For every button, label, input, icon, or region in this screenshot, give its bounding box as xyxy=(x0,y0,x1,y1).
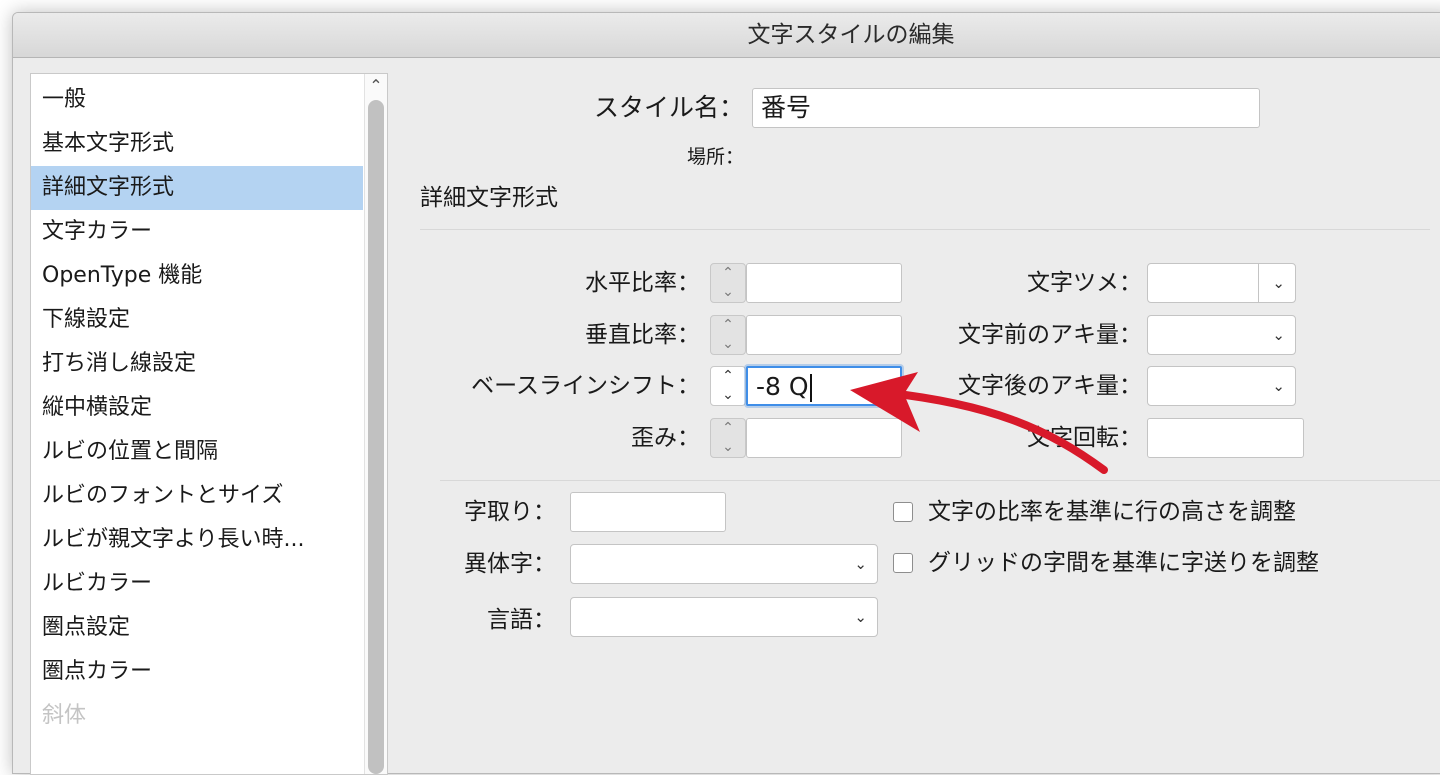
chevron-up-icon[interactable]: ⌃ xyxy=(711,419,745,438)
sidebar-item-underline-options[interactable]: 下線設定 xyxy=(31,298,363,342)
baseline-shift-stepper[interactable]: ⌃ ⌄ xyxy=(710,366,746,406)
baseline-shift-label: ベースラインシフト： xyxy=(471,373,700,399)
language-select[interactable]: ⌄ xyxy=(570,597,878,637)
grid-advance-checkbox[interactable] xyxy=(893,553,913,573)
baseline-shift-input[interactable]: -8 Q xyxy=(746,366,902,406)
chevron-down-icon[interactable]: ⌄ xyxy=(711,283,745,302)
location-label: 場所： xyxy=(686,146,744,168)
sidebar-item-general[interactable]: 一般 xyxy=(31,78,363,122)
baseline-shift-value: -8 Q xyxy=(756,372,809,401)
rotation-input[interactable] xyxy=(1147,418,1304,458)
sidebar-item-opentype-features[interactable]: OpenType 機能 xyxy=(31,254,363,298)
tsume-label: 文字ツメ： xyxy=(1027,270,1142,296)
skew-label: 歪み： xyxy=(631,425,700,451)
aki-before-select[interactable]: ⌄ xyxy=(1147,315,1296,355)
combo-divider xyxy=(1258,264,1259,302)
style-name-label: スタイル名： xyxy=(593,93,744,122)
chevron-up-icon[interactable]: ⌃ xyxy=(711,316,745,335)
title-bar: 文字スタイルの編集 xyxy=(13,13,1440,58)
sidebar-item-ruby-color[interactable]: ルビカラー xyxy=(31,562,363,606)
grid-advance-label[interactable]: グリッドの字間を基準に字送りを調整 xyxy=(928,548,1319,578)
language-label: 言語： xyxy=(487,607,556,633)
category-list[interactable]: 一般 基本文字形式 詳細文字形式 文字カラー OpenType 機能 下線設定 … xyxy=(30,73,388,775)
vertical-scale-stepper[interactable]: ⌃ ⌄ xyxy=(710,315,746,355)
tsume-combobox[interactable]: ⌄ xyxy=(1147,263,1296,303)
chevron-down-icon: ⌄ xyxy=(854,555,867,573)
sidebar-item-shatai[interactable]: 斜体 xyxy=(31,694,363,738)
options-divider xyxy=(440,480,1440,481)
scroll-thumb[interactable] xyxy=(368,100,384,774)
sidebar-item-character-color[interactable]: 文字カラー xyxy=(31,210,363,254)
sidebar-item-basic-character-formats[interactable]: 基本文字形式 xyxy=(31,122,363,166)
jidori-input[interactable] xyxy=(570,492,726,532)
chevron-up-icon[interactable]: ⌃ xyxy=(365,76,387,96)
chevron-down-icon: ⌄ xyxy=(854,608,867,626)
jidori-label: 字取り： xyxy=(464,499,556,525)
vertical-scale-input[interactable] xyxy=(746,315,902,355)
sidebar-scrollbar[interactable]: ⌃ xyxy=(364,74,387,774)
chevron-down-icon[interactable]: ⌄ xyxy=(711,335,745,354)
sidebar-item-ruby-position-spacing[interactable]: ルビの位置と間隔 xyxy=(31,430,363,474)
horizontal-scale-input[interactable] xyxy=(746,263,902,303)
horizontal-scale-label: 水平比率： xyxy=(585,270,700,296)
aki-after-label: 文字後のアキ量： xyxy=(958,373,1142,399)
chevron-up-icon[interactable]: ⌃ xyxy=(711,264,745,283)
window-title: 文字スタイルの編集 xyxy=(747,22,955,48)
sidebar-item-ruby-overhang[interactable]: ルビが親文字より長い時... xyxy=(31,518,363,562)
sidebar-item-kenten-color[interactable]: 圏点カラー xyxy=(31,650,363,694)
sidebar-item-ruby-font-size[interactable]: ルビのフォントとサイズ xyxy=(31,474,363,518)
sidebar-item-advanced-character-formats[interactable]: 詳細文字形式 xyxy=(31,166,363,210)
aki-after-select[interactable]: ⌄ xyxy=(1147,366,1296,406)
text-caret xyxy=(809,374,812,402)
variant-label: 異体字： xyxy=(464,551,556,577)
sidebar-item-kenten-settings[interactable]: 圏点設定 xyxy=(31,606,363,650)
rotation-label: 文字回転： xyxy=(1027,425,1142,451)
chevron-down-icon[interactable]: ⌄ xyxy=(1272,264,1285,302)
chevron-down-icon: ⌄ xyxy=(1272,326,1285,344)
scale-line-height-label[interactable]: 文字の比率を基準に行の高さを調整 xyxy=(928,497,1296,527)
chevron-down-icon[interactable]: ⌄ xyxy=(711,386,745,405)
sidebar-item-tate-chu-yoko[interactable]: 縦中横設定 xyxy=(31,386,363,430)
chevron-down-icon: ⌄ xyxy=(1272,377,1285,395)
scale-line-height-checkbox[interactable] xyxy=(893,502,913,522)
variant-select[interactable]: ⌄ xyxy=(570,544,878,584)
style-name-input[interactable]: 番号 xyxy=(752,88,1260,128)
section-title: 詳細文字形式 xyxy=(420,185,558,211)
section-divider xyxy=(420,229,1430,230)
chevron-down-icon[interactable]: ⌄ xyxy=(711,438,745,457)
sidebar-item-strikethrough-options[interactable]: 打ち消し線設定 xyxy=(31,342,363,386)
vertical-scale-label: 垂直比率： xyxy=(585,322,700,348)
chevron-up-icon[interactable]: ⌃ xyxy=(711,367,745,386)
horizontal-scale-stepper[interactable]: ⌃ ⌄ xyxy=(710,263,746,303)
aki-before-label: 文字前のアキ量： xyxy=(958,322,1142,348)
skew-input[interactable] xyxy=(746,418,902,458)
skew-stepper[interactable]: ⌃ ⌄ xyxy=(710,418,746,458)
